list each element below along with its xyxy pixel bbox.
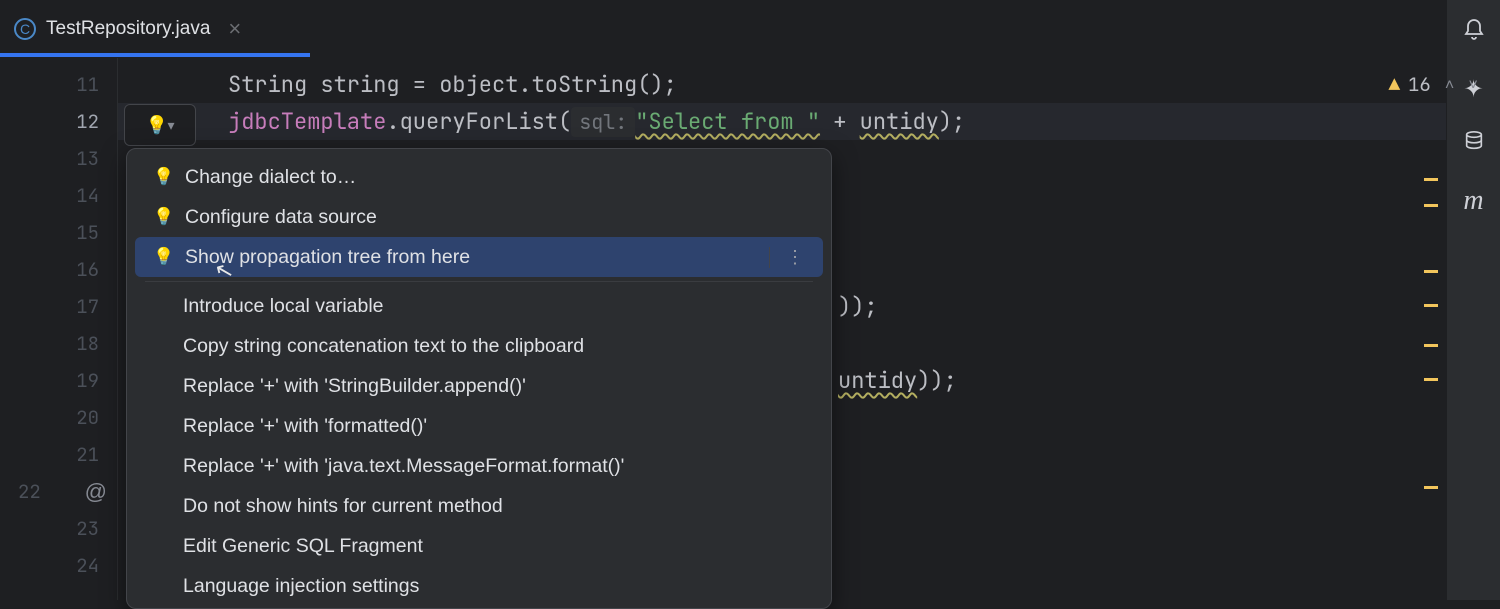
line-number[interactable]: 23 — [0, 510, 117, 547]
warning-marker[interactable] — [1424, 344, 1438, 347]
intention-item-label: Replace '+' with 'formatted()' — [183, 415, 427, 438]
code-line[interactable]: String string = object.toString(); — [118, 66, 1500, 103]
editor-tab-bar: C TestRepository.java × ⋮ — [0, 0, 1500, 58]
line-number[interactable]: 12 — [0, 103, 117, 140]
separator — [145, 281, 813, 282]
tab-filename: TestRepository.java — [46, 18, 210, 40]
intention-item-label: Change dialect to… — [185, 166, 356, 189]
warning-icon: ▲ — [1389, 72, 1400, 97]
error-stripe[interactable] — [1420, 70, 1438, 490]
editor-tab[interactable]: C TestRepository.java × — [14, 5, 257, 53]
lightbulb-icon: 💡 — [145, 116, 163, 134]
intention-item[interactable]: Edit Generic SQL Fragment — [135, 526, 823, 566]
warning-marker[interactable] — [1424, 270, 1438, 273]
line-number[interactable]: 11 — [0, 66, 117, 103]
intention-item-label: Edit Generic SQL Fragment — [183, 535, 423, 558]
intention-item[interactable]: Introduce local variable — [135, 286, 823, 326]
line-number[interactable]: 16 — [0, 251, 117, 288]
warning-marker[interactable] — [1424, 304, 1438, 307]
intention-item[interactable]: 💡 Show propagation tree from here ⋮ — [135, 237, 823, 277]
notifications-icon[interactable] — [1462, 18, 1486, 49]
intention-item-label: Show propagation tree from here — [185, 246, 470, 269]
inspection-widget[interactable]: ▲ 16 ˄ ˅ — [1389, 72, 1478, 97]
intention-item[interactable]: 💡 Configure data source — [135, 197, 823, 237]
line-number[interactable]: 20 — [0, 399, 117, 436]
line-number-gutter: 111213141516171819202122@2324 — [0, 58, 118, 600]
intention-item[interactable]: Language injection settings — [135, 566, 823, 606]
line-number[interactable]: 19 — [0, 362, 117, 399]
lightbulb-icon: 💡 — [153, 208, 171, 226]
warning-marker[interactable] — [1424, 378, 1438, 381]
intention-item[interactable]: Replace '+' with 'StringBuilder.append()… — [135, 366, 823, 406]
lightbulb-icon: 💡 — [153, 248, 171, 266]
warning-marker[interactable] — [1424, 486, 1438, 489]
code-line-active[interactable]: jdbcTemplate.queryForList( sql: "Select … — [118, 103, 1500, 140]
line-number[interactable]: 22@ — [0, 473, 117, 510]
intention-item-label: Language injection settings — [183, 575, 419, 598]
inlay-hint: sql: — [571, 107, 635, 137]
intention-bulb-button[interactable]: 💡 ▾ — [124, 104, 196, 146]
warning-marker[interactable] — [1424, 178, 1438, 181]
line-number[interactable]: 24 — [0, 547, 117, 584]
intention-item-label: Do not show hints for current method — [183, 495, 503, 518]
database-icon[interactable] — [1463, 130, 1485, 159]
chevron-down-icon: ▾ — [167, 117, 174, 134]
active-tab-indicator — [0, 53, 310, 57]
intention-item-label: Copy string concatenation text to the cl… — [183, 335, 584, 358]
line-number[interactable]: 13 — [0, 140, 117, 177]
intention-item-label: Replace '+' with 'java.text.MessageForma… — [183, 455, 624, 478]
intention-actions-popup: 💡 Change dialect to… 💡 Configure data sourc… — [126, 148, 832, 609]
more-options-icon[interactable]: ⋮ — [769, 247, 805, 268]
intention-item[interactable]: Replace '+' with 'formatted()' — [135, 406, 823, 446]
warning-marker[interactable] — [1424, 204, 1438, 207]
line-number[interactable]: 14 — [0, 177, 117, 214]
warning-count: 16 — [1408, 72, 1431, 97]
line-number[interactable]: 17 — [0, 288, 117, 325]
line-number[interactable]: 18 — [0, 325, 117, 362]
intention-item-label: Configure data source — [185, 206, 377, 229]
close-icon[interactable]: × — [228, 18, 241, 40]
intention-item-label: Replace '+' with 'StringBuilder.append()… — [183, 375, 526, 398]
intention-item[interactable]: Do not show hints for current method — [135, 486, 823, 526]
java-class-icon: C — [14, 18, 36, 40]
annotation-gutter-icon[interactable]: @ — [85, 479, 107, 505]
chevron-down-icon[interactable]: ˅ — [1468, 74, 1478, 95]
line-number[interactable]: 21 — [0, 436, 117, 473]
line-number[interactable]: 15 — [0, 214, 117, 251]
chevron-up-icon[interactable]: ˄ — [1445, 74, 1455, 95]
maven-icon[interactable]: m — [1463, 185, 1483, 217]
lightbulb-icon: 💡 — [153, 168, 171, 186]
intention-item-label: Introduce local variable — [183, 295, 384, 318]
intention-item[interactable]: Replace '+' with 'java.text.MessageForma… — [135, 446, 823, 486]
intention-item[interactable]: Copy string concatenation text to the cl… — [135, 326, 823, 366]
intention-item[interactable]: 💡 Change dialect to… — [135, 157, 823, 197]
